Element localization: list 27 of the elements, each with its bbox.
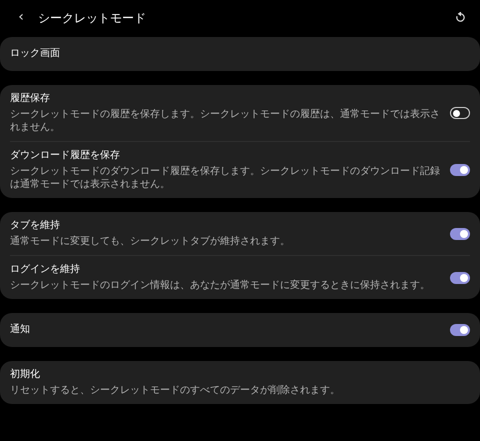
setting-title: 履歴保存 bbox=[10, 92, 51, 106]
setting-description: リセットすると、シークレットモードのすべてのデータが削除されます。 bbox=[10, 384, 341, 397]
settings-row[interactable]: ロック画面 bbox=[10, 37, 470, 71]
setting-title: ダウンロード履歴を保存 bbox=[10, 149, 121, 163]
setting-title: 初期化 bbox=[10, 368, 41, 382]
setting-title: タブを維持 bbox=[10, 219, 61, 233]
toggle-switch[interactable] bbox=[450, 228, 470, 240]
toggle-switch[interactable] bbox=[450, 164, 470, 176]
toggle-switch[interactable] bbox=[450, 272, 470, 284]
reset-icon[interactable] bbox=[455, 12, 466, 23]
setting-title: ロック画面 bbox=[10, 47, 61, 61]
setting-description: 通常モードに変更しても、シークレットタブが維持されます。 bbox=[10, 235, 291, 248]
setting-description: シークレットモードのダウンロード履歴を保存します。シークレットモードのダウンロード記録は通常モードでは表示されません。 bbox=[10, 165, 440, 191]
settings-row[interactable]: タブを維持 通常モードに変更しても、シークレットタブが維持されます。 bbox=[10, 212, 470, 255]
setting-title: 通知 bbox=[10, 323, 31, 337]
page-title: シークレットモード bbox=[38, 10, 146, 26]
setting-description: シークレットモードのログイン情報は、あなたが通常モードに変更するときに保持されます。 bbox=[10, 279, 431, 292]
setting-title: ログインを維持 bbox=[10, 263, 81, 277]
toggle-switch[interactable] bbox=[450, 324, 470, 336]
toggle-switch[interactable] bbox=[450, 107, 470, 119]
settings-row[interactable]: 履歴保存 シークレットモードの履歴を保存します。シークレットモードの履歴は、通常モードでは表示されません。 bbox=[10, 85, 470, 141]
setting-description: シークレットモードの履歴を保存します。シークレットモードの履歴は、通常モードでは表示されません。 bbox=[10, 108, 440, 134]
back-button[interactable]: ‹ bbox=[14, 7, 28, 28]
settings-row[interactable]: ダウンロード履歴を保存 シークレットモードのダウンロード履歴を保存します。シークレットモードのダウンロード記録は通常モードでは表示されません。 bbox=[10, 141, 470, 198]
settings-row[interactable]: ログインを維持 シークレットモードのログイン情報は、あなたが通常モードに変更するときに保持されます。 bbox=[10, 255, 470, 299]
settings-row[interactable]: 通知 bbox=[10, 313, 470, 347]
settings-row[interactable]: 初期化 リセットすると、シークレットモードのすべてのデータが削除されます。 bbox=[10, 361, 470, 404]
